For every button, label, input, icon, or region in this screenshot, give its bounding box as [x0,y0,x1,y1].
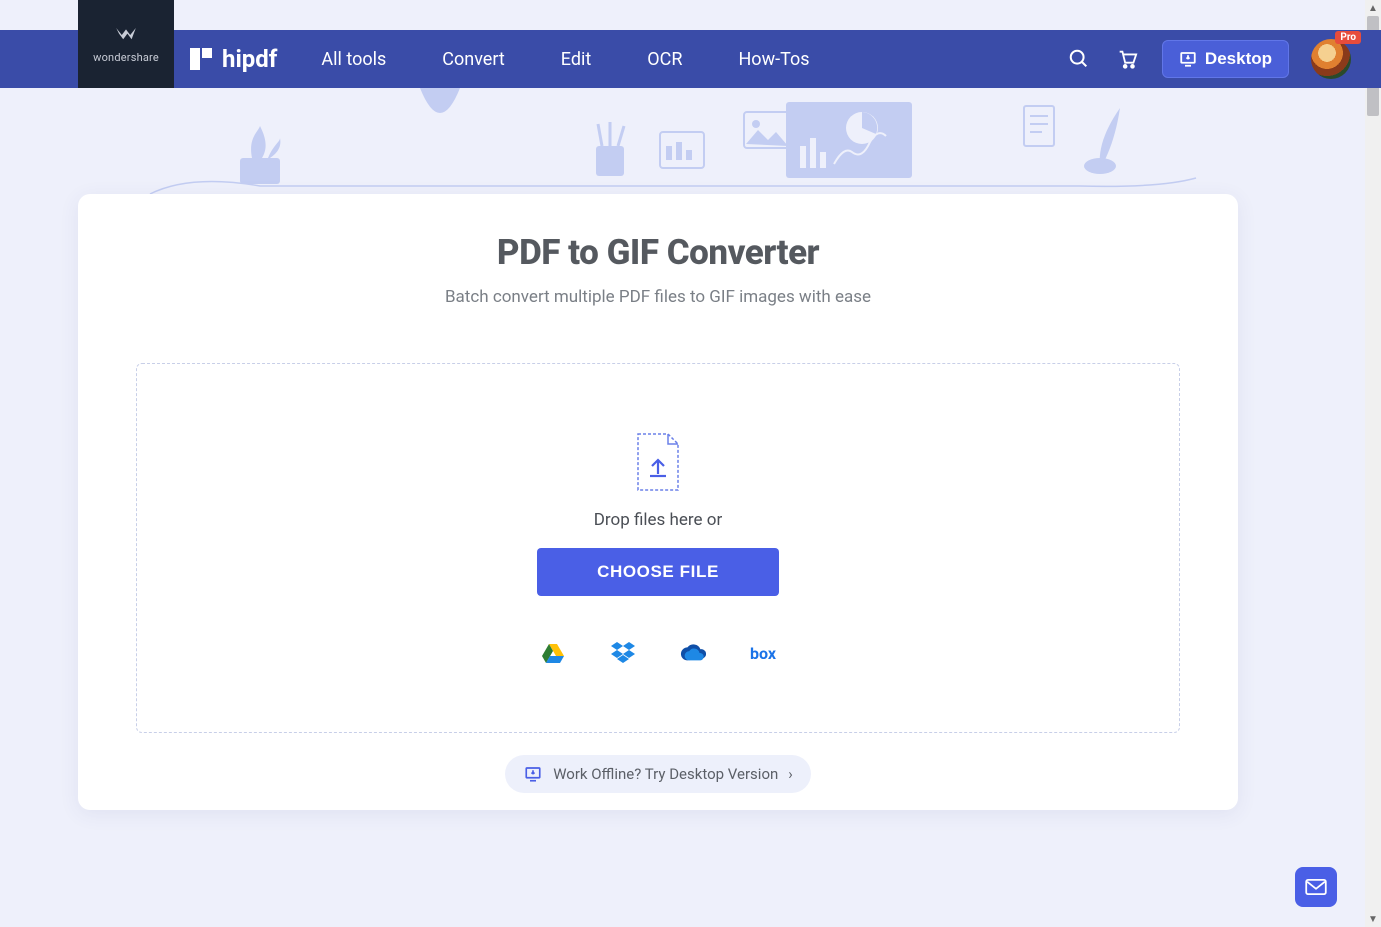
scrollbar-up-arrow-icon[interactable]: ▲ [1365,0,1381,16]
page-subtitle: Batch convert multiple PDF files to GIF … [78,287,1238,307]
box-button[interactable]: box [750,644,776,663]
mail-icon [1305,879,1327,895]
nav-item-all-tools[interactable]: All tools [321,49,386,70]
nav-item-ocr[interactable]: OCR [647,49,682,70]
dropbox-button[interactable] [610,642,636,664]
feedback-button[interactable] [1295,867,1337,907]
onedrive-icon [680,643,706,663]
chevron-right-icon: › [788,765,793,783]
desktop-button-label: Desktop [1205,49,1272,69]
wondershare-logo-icon [112,25,140,45]
wondershare-brand-tab[interactable]: wondershare [78,0,174,88]
download-icon [523,765,543,783]
onedrive-button[interactable] [680,642,706,664]
pro-badge: Pro [1335,31,1361,44]
scrollbar-down-arrow-icon[interactable]: ▼ [1365,911,1381,927]
cloud-sources-row: box [540,642,776,664]
avatar-wrap: Pro [1311,39,1351,79]
nav-item-convert[interactable]: Convert [442,49,505,70]
user-avatar[interactable] [1311,39,1351,79]
wondershare-label: wondershare [93,51,159,64]
navbar: hipdf All tools Convert Edit OCR How-Tos… [0,30,1381,88]
work-offline-label: Work Offline? Try Desktop Version [553,765,778,783]
work-offline-button[interactable]: Work Offline? Try Desktop Version › [505,755,811,793]
search-button[interactable] [1066,46,1092,72]
page-title: PDF to GIF Converter [78,232,1238,273]
hero-decoration [0,88,1381,208]
nav-item-edit[interactable]: Edit [561,49,591,70]
main-card: PDF to GIF Converter Batch convert multi… [78,194,1238,810]
hipdf-logo[interactable]: hipdf [188,45,277,73]
download-desktop-icon [1179,50,1197,68]
cart-button[interactable] [1114,46,1140,72]
choose-file-button[interactable]: CHOOSE FILE [537,548,779,596]
desktop-button[interactable]: Desktop [1162,40,1289,78]
drop-text: Drop files here or [594,510,722,530]
google-drive-button[interactable] [540,642,566,664]
search-icon [1068,48,1090,70]
scrollbar[interactable]: ▲ ▼ [1365,0,1381,927]
nav-links: All tools Convert Edit OCR How-Tos [321,49,809,70]
hipdf-logo-icon [188,46,214,72]
cart-icon [1116,48,1138,70]
nav-item-howtos[interactable]: How-Tos [738,49,809,70]
google-drive-icon [541,642,565,664]
navbar-right: Desktop Pro [1066,39,1351,79]
file-dropzone[interactable]: Drop files here or CHOOSE FILE box [136,363,1180,733]
dropbox-icon [610,642,636,664]
hipdf-logo-text: hipdf [222,45,277,73]
upload-file-icon [634,432,682,492]
